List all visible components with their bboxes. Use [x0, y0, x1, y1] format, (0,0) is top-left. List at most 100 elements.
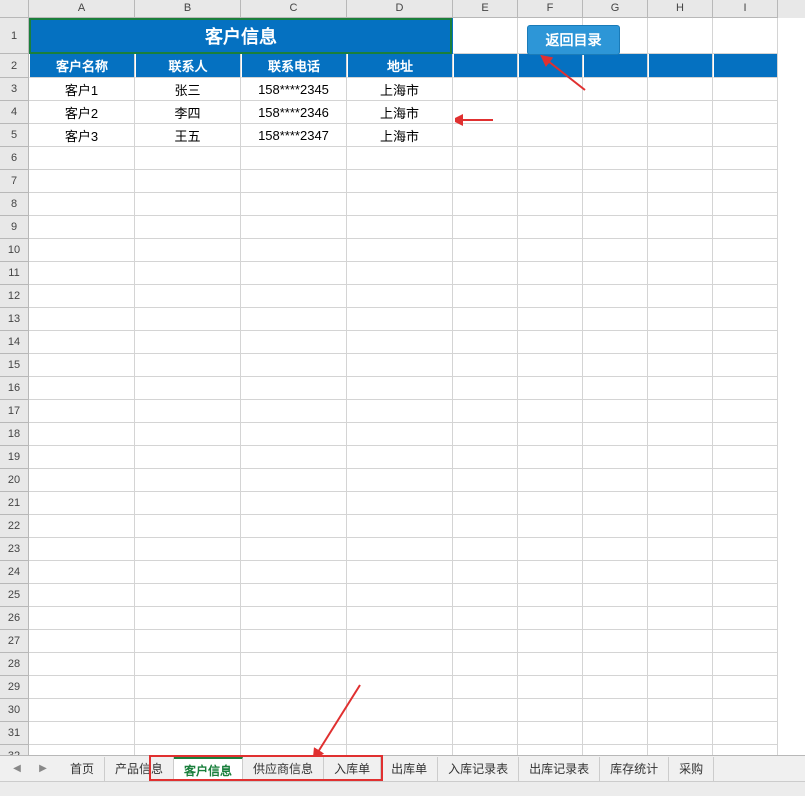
cell[interactable] — [29, 262, 135, 285]
column-header-B[interactable]: B — [135, 0, 241, 18]
row-header[interactable]: 11 — [0, 262, 29, 285]
cell[interactable] — [518, 515, 583, 538]
nav-prev-icon[interactable]: ◀ — [13, 763, 21, 774]
cell[interactable] — [135, 561, 241, 584]
cell[interactable] — [29, 147, 135, 170]
cell[interactable] — [347, 354, 453, 377]
cell[interactable] — [453, 147, 518, 170]
cell[interactable] — [648, 400, 713, 423]
cell[interactable] — [135, 699, 241, 722]
cell[interactable] — [29, 469, 135, 492]
cell[interactable] — [713, 262, 778, 285]
cell[interactable] — [241, 216, 347, 239]
sheet-tab[interactable]: 入库单 — [324, 757, 381, 781]
sheet-tab[interactable]: 出库记录表 — [519, 757, 600, 781]
cell[interactable] — [518, 584, 583, 607]
cell[interactable] — [241, 308, 347, 331]
cell[interactable] — [453, 423, 518, 446]
cell[interactable] — [135, 170, 241, 193]
cell[interactable] — [135, 492, 241, 515]
cell[interactable] — [29, 676, 135, 699]
cell[interactable] — [135, 193, 241, 216]
cell[interactable] — [713, 216, 778, 239]
cell[interactable] — [518, 331, 583, 354]
cell[interactable] — [347, 538, 453, 561]
cell[interactable] — [29, 722, 135, 745]
cell[interactable] — [453, 18, 518, 54]
sheet-tab[interactable]: 采购 — [669, 757, 714, 781]
cell[interactable] — [648, 308, 713, 331]
cell[interactable] — [583, 630, 648, 653]
cell[interactable] — [583, 170, 648, 193]
cell[interactable] — [347, 722, 453, 745]
cell[interactable] — [29, 308, 135, 331]
cell[interactable] — [648, 561, 713, 584]
cell[interactable] — [583, 193, 648, 216]
cell[interactable] — [648, 354, 713, 377]
cell[interactable] — [241, 722, 347, 745]
cell[interactable] — [583, 653, 648, 676]
cell[interactable] — [453, 124, 518, 147]
cell[interactable] — [713, 561, 778, 584]
cell[interactable] — [241, 469, 347, 492]
cell[interactable] — [241, 147, 347, 170]
cell[interactable] — [518, 561, 583, 584]
cell[interactable] — [713, 285, 778, 308]
cell[interactable] — [518, 54, 583, 78]
cell[interactable] — [648, 124, 713, 147]
cell[interactable] — [518, 423, 583, 446]
cell[interactable] — [648, 54, 713, 78]
cell[interactable] — [453, 262, 518, 285]
cell[interactable] — [347, 584, 453, 607]
cell[interactable] — [518, 262, 583, 285]
cell[interactable] — [648, 607, 713, 630]
header-cell[interactable]: 地址 — [347, 54, 453, 78]
cell[interactable] — [135, 653, 241, 676]
cell[interactable] — [453, 101, 518, 124]
column-header-G[interactable]: G — [583, 0, 648, 18]
cell[interactable] — [135, 285, 241, 308]
cell[interactable] — [29, 446, 135, 469]
cell[interactable] — [241, 492, 347, 515]
cell[interactable] — [713, 469, 778, 492]
cell[interactable] — [347, 147, 453, 170]
cell[interactable] — [648, 101, 713, 124]
cell[interactable] — [518, 354, 583, 377]
cell[interactable] — [583, 101, 648, 124]
row-header[interactable]: 17 — [0, 400, 29, 423]
cell[interactable] — [453, 331, 518, 354]
cell[interactable] — [648, 492, 713, 515]
cell[interactable] — [648, 78, 713, 101]
cell[interactable]: 上海市 — [347, 78, 453, 101]
cell[interactable] — [135, 607, 241, 630]
cell[interactable] — [453, 78, 518, 101]
cell[interactable]: 158****2347 — [241, 124, 347, 147]
cell[interactable] — [518, 653, 583, 676]
cell[interactable] — [347, 561, 453, 584]
cell[interactable] — [583, 54, 648, 78]
cell[interactable] — [347, 239, 453, 262]
cell[interactable] — [347, 446, 453, 469]
cell[interactable] — [713, 147, 778, 170]
cell[interactable] — [518, 630, 583, 653]
cell[interactable] — [29, 354, 135, 377]
cell[interactable] — [135, 331, 241, 354]
cell[interactable] — [347, 170, 453, 193]
cell[interactable] — [29, 699, 135, 722]
row-header[interactable]: 21 — [0, 492, 29, 515]
cell[interactable] — [347, 653, 453, 676]
cell[interactable] — [347, 469, 453, 492]
cell[interactable] — [347, 285, 453, 308]
cell[interactable] — [347, 400, 453, 423]
cell[interactable] — [648, 423, 713, 446]
cell[interactable] — [583, 515, 648, 538]
cell[interactable] — [518, 469, 583, 492]
cell[interactable] — [453, 54, 518, 78]
cell[interactable] — [713, 492, 778, 515]
row-header[interactable]: 12 — [0, 285, 29, 308]
cell[interactable] — [648, 676, 713, 699]
cell[interactable] — [583, 354, 648, 377]
cell[interactable] — [648, 377, 713, 400]
row-header[interactable]: 26 — [0, 607, 29, 630]
cell[interactable] — [241, 745, 347, 755]
